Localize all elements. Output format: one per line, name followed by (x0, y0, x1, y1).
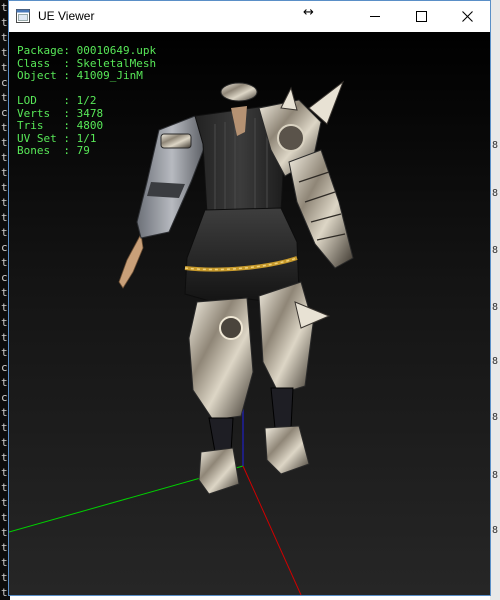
bones-row: Bones : 79 (17, 144, 156, 158)
lod-value: 1/2 (76, 94, 97, 107)
mesh-info-overlay: Package: 00010649.upk Class : SkeletalMe… (17, 44, 157, 158)
close-icon (461, 11, 473, 22)
console-glyph: 8 (492, 356, 499, 367)
background-window-strip: 8 8 8 8 8 8 8 8 (490, 0, 500, 600)
close-button[interactable] (444, 1, 490, 32)
verts-value: 3478 (76, 106, 104, 120)
ue-viewer-window: UE Viewer ↔ Package: 00010649.upk Class … (8, 0, 491, 596)
console-glyph: 8 (492, 525, 499, 536)
console-glyph: 8 (492, 140, 499, 151)
minimize-icon (369, 16, 380, 17)
class-value: SkeletalMesh (76, 56, 157, 70)
3d-viewport[interactable]: Package: 00010649.upk Class : SkeletalMe… (9, 32, 490, 595)
tris-value: 4800 (76, 119, 104, 132)
package-label: Package: (17, 44, 77, 57)
class-label: Class : (17, 56, 77, 70)
maximize-icon (415, 11, 427, 22)
object-label: Object : (17, 69, 77, 82)
bones-label: Bones : (17, 144, 77, 157)
app-window-icon (16, 9, 30, 23)
object-row: Object : 41009_JinM (17, 69, 156, 83)
object-value: 41009_JinM (76, 69, 143, 82)
resize-cursor-icon: ↔ (303, 5, 314, 20)
maximize-button[interactable] (398, 1, 444, 32)
console-glyph: 8 (492, 245, 499, 256)
verts-label: Verts : (17, 106, 77, 120)
console-glyph: 8 (492, 302, 499, 313)
console-glyph: 8 (492, 470, 499, 481)
title-bar[interactable]: UE Viewer ↔ (9, 1, 490, 32)
lod-label: LOD : (17, 94, 77, 107)
console-glyph: 8 (492, 412, 499, 423)
window-title: UE Viewer (38, 9, 95, 23)
console-glyph: 8 (492, 188, 499, 199)
uvset-value: 1/1 (76, 131, 97, 145)
tris-label: Tris : (17, 119, 77, 132)
package-value: 00010649.upk (76, 44, 157, 57)
bones-value: 79 (76, 144, 90, 157)
uvset-label: UV Set : (17, 131, 77, 145)
y-axis-line (242, 465, 302, 595)
minimize-button[interactable] (352, 1, 398, 32)
